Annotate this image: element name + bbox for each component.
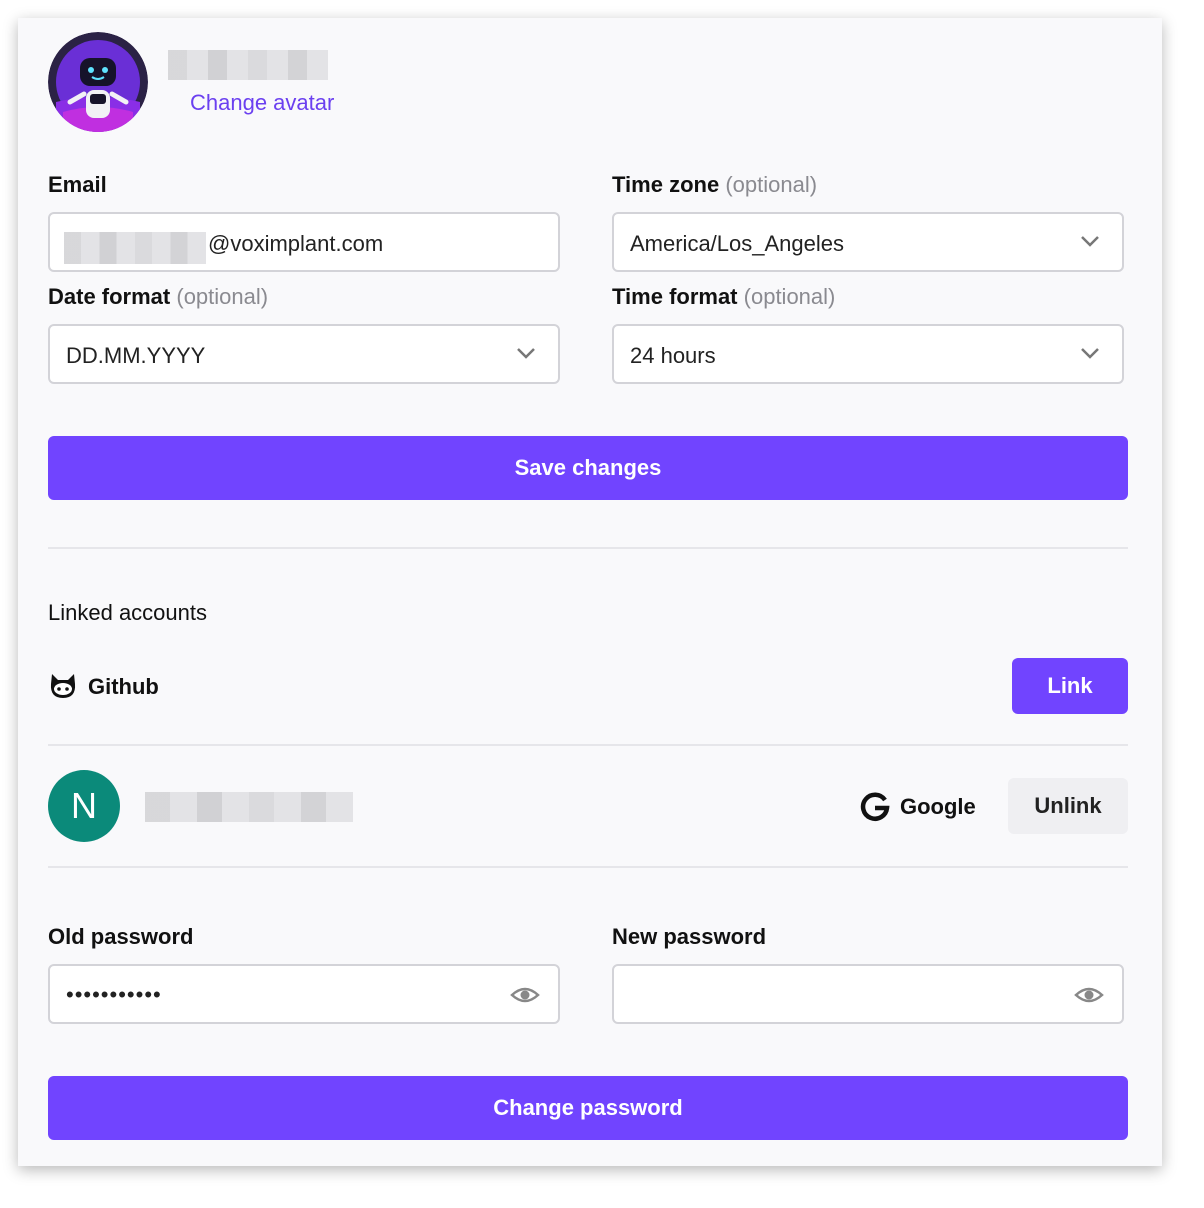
timezone-label-text: Time zone [612,172,720,197]
old-password-value: ••••••••••• [66,982,162,1007]
time-format-select[interactable]: 24 hours [612,324,1124,384]
time-format-optional: (optional) [743,284,836,309]
change-password-button[interactable]: Change password [48,1076,1128,1140]
robot-avatar [48,32,148,132]
chevron-down-icon [1081,236,1099,247]
email-label-text: Email [48,172,107,197]
time-format-label: Time format (optional) [612,284,835,310]
old-password-label: Old password [48,924,194,949]
divider [48,744,1128,746]
change-avatar-link[interactable]: Change avatar [190,90,334,116]
date-format-optional: (optional) [176,284,269,309]
github-link-button[interactable]: Link [1012,658,1128,714]
google-account-name-redacted [145,792,353,822]
chevron-down-icon [1081,348,1099,359]
divider [48,547,1128,549]
github-icon [50,674,76,698]
timezone-value: America/Los_Angeles [630,231,845,256]
email-field[interactable]: @voximplant.com [48,212,560,272]
divider [48,866,1128,868]
time-format-label-text: Time format [612,284,738,309]
google-icon [860,792,890,821]
google-label: Google [900,794,976,819]
profile-avatar[interactable] [48,32,148,132]
google-unlink-button[interactable]: Unlink [1008,778,1128,834]
email-domain: @voximplant.com [208,231,384,256]
date-format-label: Date format (optional) [48,284,268,310]
eye-icon[interactable] [1074,983,1104,1007]
timezone-label: Time zone (optional) [612,172,817,198]
linked-accounts-title: Linked accounts [48,600,207,625]
save-changes-button[interactable]: Save changes [48,436,1128,500]
email-local-redacted [64,232,206,264]
eye-icon[interactable] [510,983,540,1007]
chevron-down-icon [517,348,535,359]
timezone-optional: (optional) [725,172,818,197]
github-label: Github [88,674,159,699]
date-format-label-text: Date format [48,284,171,309]
new-password-label: New password [612,924,767,949]
google-account-avatar: N [48,770,120,842]
time-format-value: 24 hours [630,343,716,368]
username-redacted [168,50,328,80]
email-label: Email [48,172,107,198]
timezone-select[interactable]: America/Los_Angeles [612,212,1124,272]
old-password-field[interactable]: ••••••••••• [48,964,560,1024]
new-password-field[interactable] [612,964,1124,1024]
date-format-value: DD.MM.YYYY [66,343,206,368]
date-format-select[interactable]: DD.MM.YYYY [48,324,560,384]
